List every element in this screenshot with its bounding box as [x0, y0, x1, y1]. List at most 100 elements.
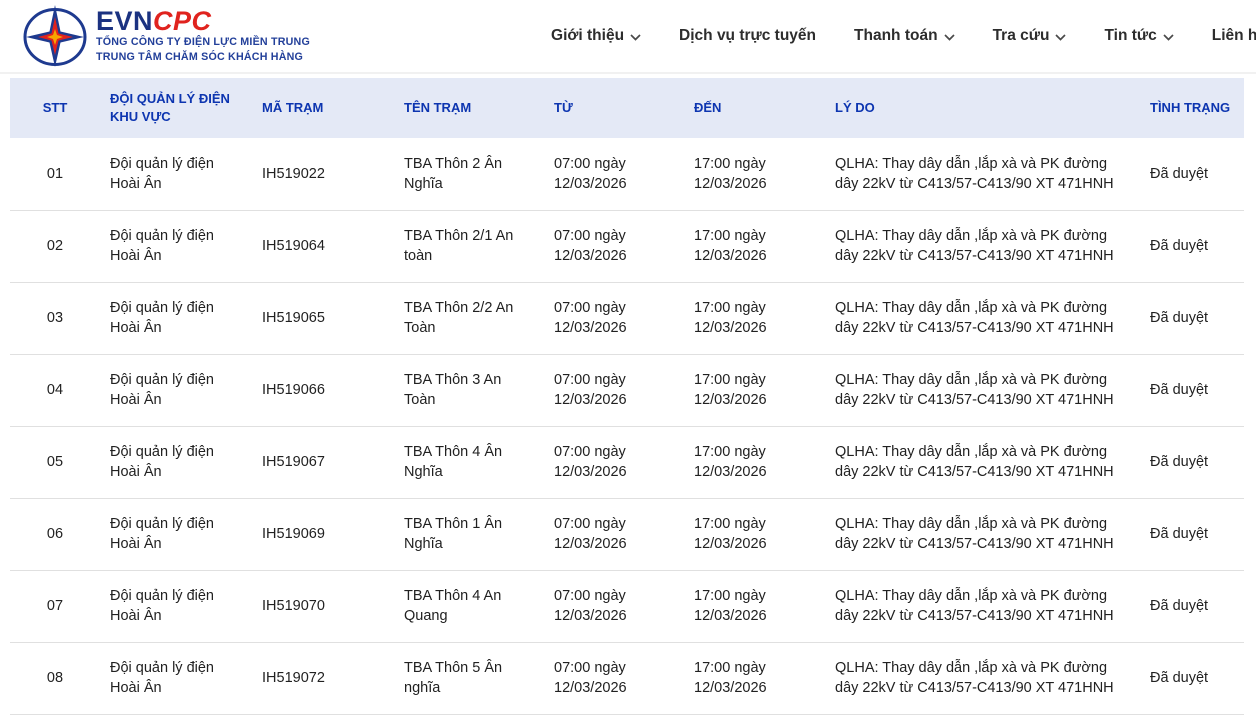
nav-label: Tra cứu	[993, 27, 1050, 45]
cell-tinh-trang: Đã duyệt	[1140, 354, 1244, 426]
chevron-down-icon	[1163, 34, 1174, 41]
brand-name: EVNCPC	[96, 7, 310, 35]
cell-stt: 07	[10, 570, 100, 642]
cell-ten-tram: TBA Thôn 2/2 An Toàn	[394, 282, 544, 354]
cell-ten-tram: TBA Thôn 2/1 An toàn	[394, 210, 544, 282]
cell-tu: 07:00 ngày 12/03/2026	[544, 354, 684, 426]
nav-item-dich-vu-truc-tuyen[interactable]: Dịch vụ trực tuyến	[679, 27, 816, 45]
nav-item-lien-he[interactable]: Liên hệ	[1212, 27, 1256, 45]
cell-stt: 08	[10, 642, 100, 714]
cell-tinh-trang: Đã duyệt	[1140, 210, 1244, 282]
main-nav: Giới thiệu Dịch vụ trực tuyến Thanh toán…	[551, 27, 1256, 45]
cell-tinh-trang: Đã duyệt	[1140, 282, 1244, 354]
cell-stt: 03	[10, 282, 100, 354]
cell-doi: Đội quản lý điện Hoài Ân	[100, 138, 252, 210]
cell-ly-do: QLHA: Thay dây dẫn ,lắp xà và PK đường d…	[825, 570, 1140, 642]
site-header: EVNCPC TỔNG CÔNG TY ĐIỆN LỰC MIỀN TRUNG …	[0, 0, 1256, 74]
table-row: 05 Đội quản lý điện Hoài Ân IH519067 TBA…	[10, 426, 1244, 498]
table-row: 04 Đội quản lý điện Hoài Ân IH519066 TBA…	[10, 354, 1244, 426]
cell-den: 17:00 ngày 12/03/2026	[684, 570, 825, 642]
cell-ma-tram: IH519072	[252, 642, 394, 714]
cell-ly-do: QLHA: Thay dây dẫn ,lắp xà và PK đường d…	[825, 498, 1140, 570]
cell-ma-tram: IH519069	[252, 498, 394, 570]
cell-den: 17:00 ngày 12/03/2026	[684, 642, 825, 714]
cell-doi: Đội quản lý điện Hoài Ân	[100, 210, 252, 282]
logo-subtitle-line1: TỔNG CÔNG TY ĐIỆN LỰC MIỀN TRUNG	[96, 35, 310, 50]
cell-tinh-trang: Đã duyệt	[1140, 426, 1244, 498]
cell-ten-tram: TBA Thôn 5 Ân nghĩa	[394, 642, 544, 714]
cell-den: 17:00 ngày 12/03/2026	[684, 426, 825, 498]
cell-tu: 07:00 ngày 12/03/2026	[544, 570, 684, 642]
table-header: STT ĐỘI QUẢN LÝ ĐIỆN KHU VỰC MÃ TRẠM TÊN…	[10, 78, 1244, 138]
cell-den: 17:00 ngày 12/03/2026	[684, 354, 825, 426]
cell-tu: 07:00 ngày 12/03/2026	[544, 642, 684, 714]
nav-item-tra-cuu[interactable]: Tra cứu	[993, 27, 1067, 45]
nav-item-tin-tuc[interactable]: Tin tức	[1104, 27, 1173, 45]
table-row: 07 Đội quản lý điện Hoài Ân IH519070 TBA…	[10, 570, 1244, 642]
cell-doi: Đội quản lý điện Hoài Ân	[100, 570, 252, 642]
cell-tinh-trang: Đã duyệt	[1140, 642, 1244, 714]
chevron-down-icon	[944, 34, 955, 41]
column-header-tu: TỪ	[544, 78, 684, 138]
evncpc-logo[interactable]: EVNCPC TỔNG CÔNG TY ĐIỆN LỰC MIỀN TRUNG …	[22, 5, 310, 67]
cell-ly-do: QLHA: Thay dây dẫn ,lắp xà và PK đường d…	[825, 354, 1140, 426]
cell-stt: 04	[10, 354, 100, 426]
cell-ten-tram: TBA Thôn 1 Ân Nghĩa	[394, 498, 544, 570]
logo-text: EVNCPC TỔNG CÔNG TY ĐIỆN LỰC MIỀN TRUNG …	[96, 7, 310, 65]
table-row: 06 Đội quản lý điện Hoài Ân IH519069 TBA…	[10, 498, 1244, 570]
evn-star-logo-icon	[22, 5, 88, 67]
cell-ten-tram: TBA Thôn 3 An Toàn	[394, 354, 544, 426]
cell-doi: Đội quản lý điện Hoài Ân	[100, 498, 252, 570]
outage-table: STT ĐỘI QUẢN LÝ ĐIỆN KHU VỰC MÃ TRẠM TÊN…	[10, 78, 1244, 715]
column-header-doi-quan-ly: ĐỘI QUẢN LÝ ĐIỆN KHU VỰC	[100, 78, 252, 138]
chevron-down-icon	[630, 34, 641, 41]
cell-doi: Đội quản lý điện Hoài Ân	[100, 282, 252, 354]
cell-ma-tram: IH519022	[252, 138, 394, 210]
cell-ly-do: QLHA: Thay dây dẫn ,lắp xà và PK đường d…	[825, 282, 1140, 354]
nav-label: Thanh toán	[854, 27, 938, 45]
table-row: 02 Đội quản lý điện Hoài Ân IH519064 TBA…	[10, 210, 1244, 282]
column-header-ly-do: LÝ DO	[825, 78, 1140, 138]
nav-label: Dịch vụ trực tuyến	[679, 27, 816, 45]
cell-stt: 01	[10, 138, 100, 210]
column-header-stt: STT	[10, 78, 100, 138]
cell-doi: Đội quản lý điện Hoài Ân	[100, 354, 252, 426]
cell-doi: Đội quản lý điện Hoài Ân	[100, 426, 252, 498]
outage-table-container: STT ĐỘI QUẢN LÝ ĐIỆN KHU VỰC MÃ TRẠM TÊN…	[10, 78, 1244, 715]
cell-tu: 07:00 ngày 12/03/2026	[544, 282, 684, 354]
cell-tu: 07:00 ngày 12/03/2026	[544, 426, 684, 498]
cell-ly-do: QLHA: Thay dây dẫn ,lắp xà và PK đường d…	[825, 426, 1140, 498]
cell-ly-do: QLHA: Thay dây dẫn ,lắp xà và PK đường d…	[825, 642, 1140, 714]
cell-ten-tram: TBA Thôn 4 Ân Nghĩa	[394, 426, 544, 498]
cell-den: 17:00 ngày 12/03/2026	[684, 282, 825, 354]
nav-item-thanh-toan[interactable]: Thanh toán	[854, 27, 955, 45]
nav-label: Giới thiệu	[551, 27, 624, 45]
column-header-ma-tram: MÃ TRẠM	[252, 78, 394, 138]
table-row: 03 Đội quản lý điện Hoài Ân IH519065 TBA…	[10, 282, 1244, 354]
nav-item-gioi-thieu[interactable]: Giới thiệu	[551, 27, 641, 45]
cell-ma-tram: IH519066	[252, 354, 394, 426]
cell-stt: 05	[10, 426, 100, 498]
cell-den: 17:00 ngày 12/03/2026	[684, 210, 825, 282]
column-header-den: ĐẾN	[684, 78, 825, 138]
cell-ma-tram: IH519067	[252, 426, 394, 498]
nav-label: Tin tức	[1104, 27, 1156, 45]
nav-label: Liên hệ	[1212, 27, 1256, 45]
table-row: 01 Đội quản lý điện Hoài Ân IH519022 TBA…	[10, 138, 1244, 210]
cell-ten-tram: TBA Thôn 4 An Quang	[394, 570, 544, 642]
cell-tinh-trang: Đã duyệt	[1140, 498, 1244, 570]
cell-ma-tram: IH519064	[252, 210, 394, 282]
cell-tu: 07:00 ngày 12/03/2026	[544, 138, 684, 210]
cell-tinh-trang: Đã duyệt	[1140, 570, 1244, 642]
cell-stt: 02	[10, 210, 100, 282]
cell-tu: 07:00 ngày 12/03/2026	[544, 210, 684, 282]
cell-ten-tram: TBA Thôn 2 Ân Nghĩa	[394, 138, 544, 210]
logo-subtitle-line2: TRUNG TÂM CHĂM SÓC KHÁCH HÀNG	[96, 50, 310, 65]
cell-doi: Đội quản lý điện Hoài Ân	[100, 642, 252, 714]
cell-den: 17:00 ngày 12/03/2026	[684, 498, 825, 570]
cell-stt: 06	[10, 498, 100, 570]
column-header-ten-tram: TÊN TRẠM	[394, 78, 544, 138]
column-header-tinh-trang: TÌNH TRẠNG	[1140, 78, 1244, 138]
cell-tu: 07:00 ngày 12/03/2026	[544, 498, 684, 570]
cell-tinh-trang: Đã duyệt	[1140, 138, 1244, 210]
